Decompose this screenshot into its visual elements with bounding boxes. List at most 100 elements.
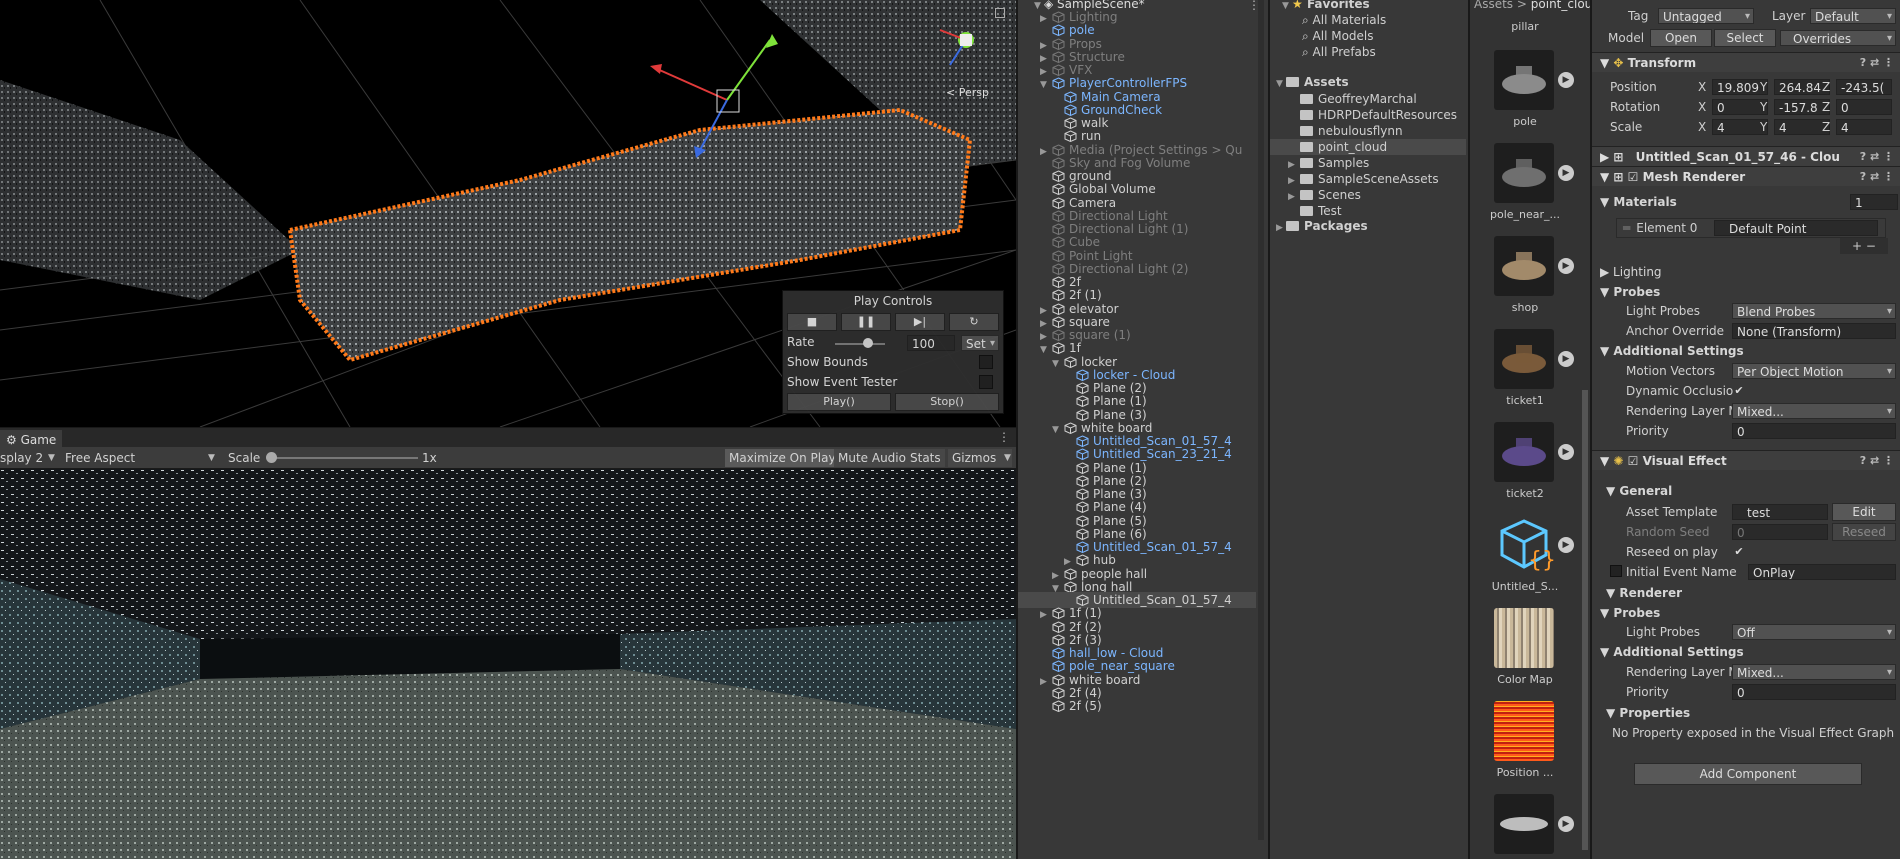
more-menu-icon[interactable]: ⋮ xyxy=(998,430,1010,444)
asset-thumbnail[interactable] xyxy=(1494,794,1554,854)
select-button[interactable]: Select xyxy=(1714,29,1776,47)
foldout-icon[interactable]: ▶ xyxy=(1040,11,1050,27)
priority-field[interactable]: 0 xyxy=(1732,423,1896,439)
rate-slider-handle[interactable] xyxy=(863,338,873,348)
asset-thumbnail[interactable] xyxy=(1494,329,1554,389)
reseed-on-play-checkbox[interactable]: ✔ xyxy=(1732,545,1746,559)
lighting-foldout[interactable]: ▶ Lighting xyxy=(1600,263,1662,281)
mute-audio-toggle[interactable]: Mute Audio xyxy=(834,449,910,467)
asset-folder[interactable]: HDRPDefaultResources xyxy=(1300,107,1457,123)
overrides-dropdown[interactable]: Overrides xyxy=(1780,30,1896,46)
stop-icon[interactable]: ■ xyxy=(787,313,837,331)
asset-folder[interactable]: Test xyxy=(1300,203,1342,219)
aspect-dropdown[interactable]: Free Aspect xyxy=(65,447,221,469)
fav-all-prefabs[interactable]: ⌕ All Prefabs xyxy=(1302,44,1376,60)
mesh-renderer-header[interactable]: ▼ ⊞ ☑ Mesh Renderer ? ⇄ ⋮ xyxy=(1592,166,1900,186)
play-icon[interactable]: ▶ xyxy=(1558,258,1574,274)
pause-icon[interactable]: ❚❚ xyxy=(841,313,891,331)
foldout-icon[interactable]: ▶ xyxy=(1040,144,1050,160)
asset-thumbnail[interactable] xyxy=(1494,143,1554,203)
breadcrumb-root[interactable]: Assets xyxy=(1474,0,1513,11)
anchor-override-field[interactable]: None (Transform) xyxy=(1732,323,1896,339)
vfx-additional-foldout[interactable]: ▼ Additional Settings xyxy=(1600,643,1744,661)
asset-thumbnail[interactable] xyxy=(1494,608,1554,668)
show-bounds-checkbox[interactable] xyxy=(979,355,993,369)
game-view[interactable] xyxy=(0,469,1016,859)
probes-foldout[interactable]: ▼ Probes xyxy=(1600,283,1660,301)
enabled-checkbox[interactable]: ☑ xyxy=(1628,170,1643,184)
axis-label-x[interactable]: X xyxy=(1698,98,1706,116)
visual-effect-header[interactable]: ▼ ✺ ☑ Visual Effect ? ⇄ ⋮ xyxy=(1592,450,1900,470)
light-probes-dropdown[interactable]: Blend Probes xyxy=(1732,303,1896,319)
asset-folder[interactable]: GeoffreyMarchal xyxy=(1300,91,1417,107)
packages-folder[interactable]: ▶ Packages xyxy=(1276,218,1368,234)
asset-thumbnail[interactable] xyxy=(1494,50,1554,110)
axis-label-z[interactable]: Z xyxy=(1822,98,1830,116)
rate-slider[interactable] xyxy=(835,343,885,345)
general-foldout[interactable]: ▼ General xyxy=(1606,482,1672,500)
materials-foldout[interactable]: ▼ Materials xyxy=(1600,193,1677,211)
vfx-priority-field[interactable]: 0 xyxy=(1732,684,1896,700)
drag-handle-icon[interactable]: ═ xyxy=(1623,221,1630,235)
axis-label-x[interactable]: X xyxy=(1698,78,1706,96)
axis-label-z[interactable]: Z xyxy=(1822,118,1830,136)
hierarchy-item[interactable]: 2f (5) xyxy=(1052,698,1102,714)
component-menu-icons[interactable]: ? ⇄ ⋮ xyxy=(1860,167,1894,187)
reseed-button[interactable]: Reseed xyxy=(1832,523,1896,541)
vfx-light-probes-dropdown[interactable]: Off xyxy=(1732,624,1896,640)
rendering-layer-dropdown[interactable]: Mixed... xyxy=(1732,403,1896,419)
additional-settings-foldout[interactable]: ▼ Additional Settings xyxy=(1600,342,1744,360)
play-icon[interactable]: ▶ xyxy=(1558,165,1574,181)
scale-slider[interactable] xyxy=(272,457,418,459)
restart-icon[interactable]: ↻ xyxy=(949,313,999,331)
axis-label-y[interactable]: Y xyxy=(1760,118,1767,136)
component-menu-icons[interactable]: ? ⇄ ⋮ xyxy=(1860,53,1894,73)
enabled-checkbox[interactable]: ☑ xyxy=(1628,454,1643,468)
asset-folder[interactable]: ▶ Samples xyxy=(1288,155,1369,171)
motion-vectors-dropdown[interactable]: Per Object Motion xyxy=(1732,363,1896,379)
materials-count-field[interactable]: 1 xyxy=(1850,194,1898,210)
add-component-button[interactable]: Add Component xyxy=(1634,763,1862,785)
foldout-icon[interactable]: ▶ xyxy=(1288,157,1298,173)
foldout-icon[interactable]: ▶ xyxy=(1040,674,1050,690)
scale-z-field[interactable]: 4 xyxy=(1836,119,1892,135)
stats-toggle[interactable]: Stats xyxy=(906,449,945,467)
vfx-probes-foldout[interactable]: ▼ Probes xyxy=(1600,604,1660,622)
asset-thumbnail[interactable] xyxy=(1494,422,1554,482)
asset-folder[interactable]: ▶ SampleSceneAssets xyxy=(1288,171,1439,187)
foldout-icon[interactable]: ▶ xyxy=(1288,173,1298,189)
axis-label-y[interactable]: Y xyxy=(1760,98,1767,116)
foldout-icon[interactable]: ▶ xyxy=(1288,189,1298,205)
scene-view[interactable]: < Persp Play Controls ■ ❚❚ ▶| ↻ Rate 100… xyxy=(0,0,1016,427)
assets-folder[interactable]: ▼ Assets xyxy=(1276,74,1349,90)
maximize-on-play-toggle[interactable]: Maximize On Play xyxy=(725,449,840,467)
axis-label-x[interactable]: X xyxy=(1698,118,1706,136)
play-icon[interactable]: ▶ xyxy=(1558,537,1574,553)
position-z-field[interactable]: -243.5( xyxy=(1836,79,1892,95)
dynamic-occlusion-checkbox[interactable]: ✔ xyxy=(1732,384,1746,398)
foldout-icon[interactable]: ▼ xyxy=(1052,356,1062,372)
gizmos-dropdown[interactable]: Gizmos xyxy=(948,449,1013,467)
step-icon[interactable]: ▶| xyxy=(895,313,945,331)
lock-icon[interactable] xyxy=(995,8,1005,18)
rotation-z-field[interactable]: 0 xyxy=(1836,99,1892,115)
play-icon[interactable]: ▶ xyxy=(1558,444,1574,460)
asset-thumbnail[interactable] xyxy=(1494,236,1554,296)
persp-label[interactable]: < Persp xyxy=(946,86,989,99)
foldout-icon[interactable]: ▼ xyxy=(1052,422,1062,438)
axis-label-z[interactable]: Z xyxy=(1822,78,1830,96)
initial-event-checkbox[interactable] xyxy=(1610,565,1622,577)
fav-all-models[interactable]: ⌕ All Models xyxy=(1302,28,1374,44)
asset-thumbnail[interactable] xyxy=(1494,701,1554,761)
scale-slider-handle[interactable] xyxy=(266,452,277,463)
fav-all-materials[interactable]: ⌕ All Materials xyxy=(1302,12,1386,28)
initial-event-field[interactable]: OnPlay xyxy=(1748,564,1896,580)
play-button[interactable]: Play() xyxy=(787,393,891,411)
material-field[interactable]: Default Point xyxy=(1714,220,1878,236)
asset-folder[interactable]: nebulousflynn xyxy=(1300,123,1403,139)
stop-button[interactable]: Stop() xyxy=(895,393,999,411)
foldout-icon[interactable]: ▶ xyxy=(1040,607,1050,623)
add-remove-icon[interactable]: + − xyxy=(1840,238,1888,254)
asset-scrollbar[interactable] xyxy=(1582,390,1588,850)
open-button[interactable]: Open xyxy=(1650,29,1712,47)
